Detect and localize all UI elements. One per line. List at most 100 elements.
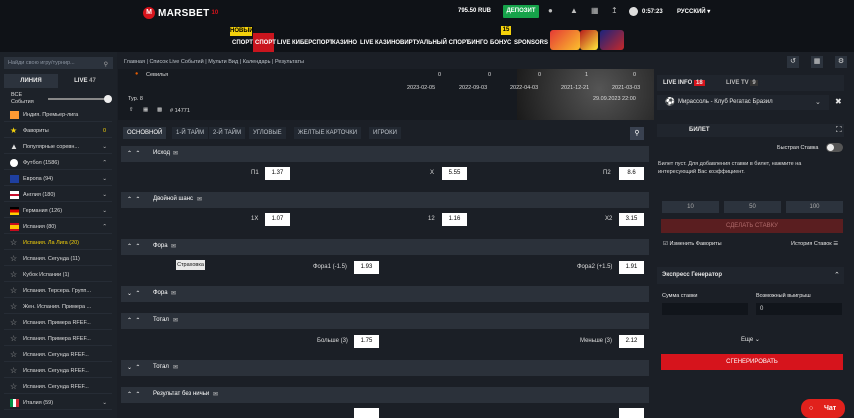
search-icon[interactable]: ⚲ xyxy=(104,59,108,71)
sidebar-item-league[interactable]: ☆ Испания. Примера RFEF... xyxy=(4,316,112,330)
sidebar-item-germany[interactable]: Германия (126) ⌄ xyxy=(4,204,112,218)
star-outline-icon[interactable]: ☆ xyxy=(10,332,19,343)
market-header[interactable]: ⌄ ⌃ Фора ✉ xyxy=(121,286,649,302)
stake-preset-50[interactable]: 50 xyxy=(724,201,781,213)
place-bet-button[interactable]: СДЕЛАТЬ СТАВКУ xyxy=(661,219,843,233)
sidebar-item-spain[interactable]: Испания (80) ⌃ xyxy=(4,220,112,234)
star-outline-icon[interactable]: ☆ xyxy=(10,268,19,279)
bell-icon[interactable]: ▲ xyxy=(570,6,578,15)
logo[interactable]: M MARSBET 10 xyxy=(143,7,218,19)
sidebar-item-popular[interactable]: ▲ Популярные соревн... ⌄ xyxy=(4,140,112,154)
odd-button[interactable]: 1.75 xyxy=(354,335,379,348)
star-outline-icon[interactable]: ☆ xyxy=(10,364,19,375)
insurance-icon[interactable]: ✉ xyxy=(197,196,202,203)
nav-casino[interactable]: КАЗИНО xyxy=(332,40,357,46)
breadcrumb-item[interactable]: Календарь xyxy=(243,59,271,65)
market-search-icon[interactable]: ⚲ xyxy=(630,127,644,140)
history-icon[interactable]: ↺ xyxy=(787,56,799,68)
stake-sum-input[interactable] xyxy=(662,303,748,315)
expand-icon[interactable]: ⛶ xyxy=(836,125,842,135)
nav-live-casino[interactable]: LIVE КАЗИНО xyxy=(360,40,400,46)
insurance-icon[interactable]: ✉ xyxy=(171,243,176,250)
sidebar-item-football[interactable]: Футбол (1586) ⌃ xyxy=(4,156,112,170)
pin-icon[interactable]: ✖ xyxy=(835,97,842,106)
sidebar-item-league[interactable]: ☆ Испания. Сегунда RFEF... xyxy=(4,348,112,362)
odd-button[interactable]: 1.16 xyxy=(442,213,467,226)
odd-button[interactable] xyxy=(619,408,644,418)
tab-live-info[interactable]: LIVE INFO 18 xyxy=(663,80,705,86)
tab-corners[interactable]: УГЛОВЫЕ xyxy=(249,127,286,139)
breadcrumb-item[interactable]: Результаты xyxy=(275,59,304,65)
gear-icon[interactable]: ⚙ xyxy=(835,56,847,68)
odd-button[interactable]: 8.6 xyxy=(619,167,644,180)
star-outline-icon[interactable]: ☆ xyxy=(10,300,19,311)
bet-history[interactable]: История Ставок ☰ xyxy=(791,241,838,247)
sidebar-item-league[interactable]: ☆ Испания. Сегунда RFEF... xyxy=(4,380,112,394)
language-selector[interactable]: РУССКИЙ ▾ xyxy=(677,8,710,15)
sidebar-item-favorites[interactable]: ★ Фавориты 0 xyxy=(4,124,112,138)
chevron-up-icon[interactable]: ⌃ xyxy=(834,271,840,279)
more-dropdown[interactable]: Еще ⌄ xyxy=(741,336,760,343)
search-input[interactable]: Найди свою игру/турнир... ⚲ xyxy=(4,57,113,69)
sidebar-item-europe[interactable]: Европа (94) ⌄ xyxy=(4,172,112,186)
market-header[interactable]: ⌃ ⌃ Фора ✉ xyxy=(121,239,649,255)
star-outline-icon[interactable]: ☆ xyxy=(10,380,19,391)
market-header[interactable]: ⌃ ⌃ Исход ✉ xyxy=(121,146,649,162)
sidebar-item[interactable]: Индия. Премьер-лига xyxy=(4,108,112,122)
odd-button[interactable]: 1.37 xyxy=(265,167,290,180)
sidebar-item-league[interactable]: ☆ Кубок Испании (1) xyxy=(4,268,112,282)
clipboard-icon[interactable]: ▦ xyxy=(591,6,599,15)
star-outline-icon[interactable]: ☆ xyxy=(10,236,19,247)
nav-sport[interactable]: СПОРТ xyxy=(255,40,276,46)
checkbox-icon[interactable]: ☑ xyxy=(663,241,668,247)
chat-button[interactable]: ○ Чат xyxy=(801,399,845,418)
user-icon[interactable]: ● xyxy=(548,6,553,15)
star-outline-icon[interactable]: ☆ xyxy=(10,348,19,359)
sidebar-item-league[interactable]: ☆ Испания. Сегунда (11) xyxy=(4,252,112,266)
deposit-button[interactable]: ДЕПОЗИТ xyxy=(503,5,539,18)
collapse-icon[interactable]: ⇧ xyxy=(129,107,134,113)
tab-main[interactable]: ОСНОВНОЙ xyxy=(123,127,167,139)
time-filter-slider[interactable]: ВСЕ События xyxy=(4,91,112,108)
odd-button[interactable]: 3.15 xyxy=(619,213,644,226)
slider-track[interactable] xyxy=(48,98,109,100)
sidebar-item-england[interactable]: Англия (180) ⌄ xyxy=(4,188,112,202)
nav-sport-new[interactable]: СПОРТ xyxy=(232,40,253,46)
breadcrumb-item[interactable]: Главная xyxy=(124,59,145,65)
sidebar-item-league[interactable]: ☆ Испания. Сегунда RFEF... xyxy=(4,364,112,378)
tab-live[interactable]: LIVE 47 xyxy=(58,74,112,88)
star-outline-icon[interactable]: ☆ xyxy=(10,316,19,327)
stake-preset-100[interactable]: 100 xyxy=(786,201,843,213)
sidebar-item-laliga[interactable]: ☆ Испания. Ла Лига (20) xyxy=(4,236,112,250)
sidebar-item-league[interactable]: ☆ Испания. Терсера. Групп... xyxy=(4,284,112,298)
slider-knob[interactable] xyxy=(104,95,112,103)
tab-line[interactable]: ЛИНИЯ xyxy=(4,74,58,88)
insurance-icon[interactable]: ✉ xyxy=(171,290,176,297)
insurance-icon[interactable]: ✉ xyxy=(173,150,178,157)
tab-first-half[interactable]: 1-Й ТАЙМ xyxy=(172,127,209,139)
sidebar-item-italy[interactable]: Италия (59) ⌄ xyxy=(4,396,112,410)
market-header[interactable]: ⌄ ⌃ Тотал ✉ xyxy=(121,360,649,376)
stake-preset-10[interactable]: 10 xyxy=(662,201,719,213)
nav-sponsors[interactable]: SPONSORS xyxy=(514,40,548,46)
market-header[interactable]: ⌃ ⌃ Результат без ничьи ✉ xyxy=(121,387,649,403)
star-outline-icon[interactable]: ☆ xyxy=(10,252,19,263)
quick-bet-toggle[interactable] xyxy=(826,143,843,152)
generate-button[interactable]: СГЕНЕРИРОВАТЬ xyxy=(661,354,843,370)
nav-esports[interactable]: КИБЕРСПОРТ xyxy=(292,40,333,46)
market-header[interactable]: ⌃ ⌃ Двойной шанс ✉ xyxy=(121,192,649,208)
nav-bonus[interactable]: БОНУС xyxy=(490,40,511,46)
insurance-icon[interactable]: ✉ xyxy=(173,364,178,371)
breadcrumb-item[interactable]: Мульти Вид xyxy=(208,59,238,65)
promo-banner-1[interactable] xyxy=(550,30,580,50)
promo-banner-2[interactable] xyxy=(580,30,598,50)
sidebar-item-league[interactable]: ☆ Испания. Примера RFEF... xyxy=(4,332,112,346)
stats-icon[interactable]: ▦ xyxy=(143,107,148,113)
change-favorites[interactable]: ☑ Изменить Фавориты xyxy=(663,241,722,247)
balance[interactable]: 795.50 RUB xyxy=(458,8,491,14)
tab-second-half[interactable]: 2-Й ТАЙМ xyxy=(209,127,246,139)
nav-bingo[interactable]: БИНГО xyxy=(467,40,488,46)
odd-button[interactable]: 1.93 xyxy=(354,261,379,274)
breadcrumb-item[interactable]: Список Live Событий xyxy=(149,59,203,65)
nav-virtual-sport[interactable]: ВИРТУАЛЬНЫЙ СПОРТ xyxy=(400,40,470,46)
